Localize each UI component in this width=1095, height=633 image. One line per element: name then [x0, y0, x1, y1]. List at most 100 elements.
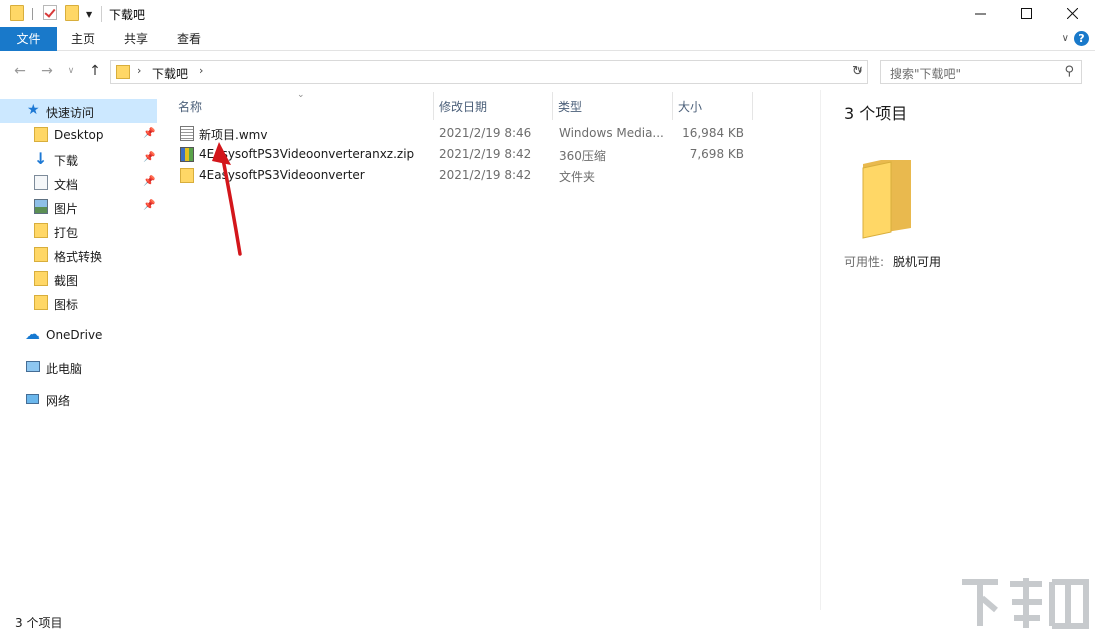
sidebar-item-network[interactable]: 网络 [0, 387, 157, 411]
computer-icon [26, 361, 40, 372]
sidebar-item-onedrive[interactable]: ☁ OneDrive [0, 323, 157, 347]
sidebar-item-label: 格式转换 [54, 250, 103, 264]
column-divider[interactable] [672, 92, 673, 120]
column-header-date[interactable]: 修改日期 [439, 98, 487, 115]
forward-button[interactable]: → [38, 63, 56, 79]
column-divider[interactable] [552, 92, 553, 120]
file-name: 4EasysoftPS3Videoonverteranxz.zip [199, 147, 415, 161]
document-icon [34, 175, 48, 190]
ribbon: 文件 主页 共享 查看 ∨ ? [0, 27, 1095, 51]
maximize-button[interactable] [1003, 0, 1049, 27]
sidebar-item-label: Desktop [54, 128, 104, 142]
sidebar-item-desktop[interactable]: Desktop 📌 [0, 123, 157, 147]
sidebar-item-pictures[interactable]: 图片 📌 [0, 195, 157, 219]
sidebar-item-screenshots[interactable]: 截图 [0, 267, 157, 291]
pin-icon[interactable]: 📌 [143, 128, 155, 139]
availability-value: 脱机可用 [893, 255, 942, 269]
sidebar-item-downloads[interactable]: ↓ 下载 📌 [0, 147, 157, 171]
file-date: 2021/2/19 8:46 [439, 126, 532, 140]
file-size: 7,698 KB [689, 147, 744, 161]
toolbar-separator [32, 8, 33, 20]
help-icon[interactable]: ? [1074, 31, 1089, 46]
close-button[interactable] [1049, 0, 1095, 27]
breadcrumb-chevron-icon[interactable]: › [199, 64, 203, 77]
file-type: 360压缩 [559, 149, 606, 163]
details-pane: 3 个项目 可用性: 脱机可用 [820, 90, 1095, 610]
refresh-button[interactable]: ↻ [848, 60, 868, 84]
sidebar-item-label: 下载 [54, 154, 79, 168]
search-icon[interactable]: ⚲ [1064, 64, 1074, 79]
table-row[interactable]: 新项目.wmv 2021/2/19 8:46 Windows Media... … [160, 123, 760, 144]
new-folder-icon[interactable] [65, 5, 79, 21]
tab-home[interactable]: 主页 [57, 27, 109, 51]
title-divider [101, 6, 102, 22]
sidebar-item-this-pc[interactable]: 此电脑 [0, 355, 157, 379]
file-name: 4EasysoftPS3Videoonverter [199, 168, 365, 182]
folder-icon [34, 223, 48, 238]
file-type: Windows Media... [559, 126, 664, 140]
pin-icon[interactable]: 📌 [143, 200, 155, 211]
sidebar-item-label: 文档 [54, 178, 79, 192]
maximize-icon [1020, 8, 1032, 19]
up-button[interactable]: ↑ [86, 63, 104, 79]
folder-preview-icon [862, 160, 911, 239]
folder-icon [34, 295, 48, 310]
folder-icon [34, 271, 48, 286]
sidebar-item-pack[interactable]: 打包 [0, 219, 157, 243]
navigation-bar: ← → ∨ ↑ › 下载吧 › ∨ ↻ 搜索"下载吧" ⚲ [0, 52, 1095, 90]
breadcrumb-chevron-icon[interactable]: › [137, 64, 141, 77]
sidebar-item-icons[interactable]: 图标 [0, 291, 157, 315]
availability-label: 可用性: [844, 255, 885, 269]
column-header-name[interactable]: 名称 [178, 98, 202, 115]
breadcrumb-item[interactable]: 下载吧 [152, 65, 188, 82]
column-divider[interactable] [752, 92, 753, 120]
properties-icon[interactable] [43, 5, 57, 20]
sidebar-item-label: 此电脑 [46, 362, 83, 376]
file-type: 文件夹 [559, 170, 596, 184]
recent-locations-dropdown[interactable]: ∨ [62, 66, 80, 76]
wmv-file-icon [180, 126, 194, 141]
star-icon: ★ [27, 102, 40, 118]
sidebar-item-label: 快速访问 [46, 106, 95, 120]
address-bar[interactable]: › 下载吧 › ∨ [110, 60, 868, 84]
sidebar-item-documents[interactable]: 文档 📌 [0, 171, 157, 195]
file-size: 16,984 KB [682, 126, 744, 140]
sidebar-item-label: 截图 [54, 274, 79, 288]
minimize-icon [974, 13, 986, 15]
file-name: 新项目.wmv [199, 128, 268, 142]
column-header-type[interactable]: 类型 [558, 98, 582, 115]
sidebar-item-label: OneDrive [46, 328, 103, 342]
sidebar-item-label: 图标 [54, 298, 79, 312]
pin-icon[interactable]: 📌 [143, 176, 155, 187]
status-item-count: 3 个项目 [15, 616, 63, 630]
download-icon: ↓ [34, 149, 48, 168]
expand-ribbon-chevron-icon[interactable]: ∨ [1062, 33, 1069, 44]
column-divider[interactable] [433, 92, 434, 120]
sidebar-item-format-convert[interactable]: 格式转换 [0, 243, 157, 267]
table-row[interactable]: 4EasysoftPS3Videoonverter 2021/2/19 8:42… [160, 165, 760, 186]
file-date: 2021/2/19 8:42 [439, 147, 532, 161]
tab-file[interactable]: 文件 [0, 27, 57, 51]
search-input[interactable]: 搜索"下载吧" ⚲ [880, 60, 1082, 84]
file-date: 2021/2/19 8:42 [439, 168, 532, 182]
sidebar-item-quick-access[interactable]: ★ 快速访问 [0, 99, 157, 123]
sidebar-item-label: 图片 [54, 202, 79, 216]
network-icon [26, 394, 39, 404]
pin-icon[interactable]: 📌 [143, 152, 155, 163]
back-button[interactable]: ← [11, 63, 29, 79]
navigation-pane: ★ 快速访问 Desktop 📌 ↓ 下载 📌 文档 📌 图片 📌 打包 格式转… [0, 90, 158, 610]
column-header-size[interactable]: 大小 [678, 98, 702, 115]
cloud-icon: ☁ [25, 325, 40, 343]
close-icon [1066, 8, 1078, 19]
customize-quick-access-dropdown[interactable]: ▼ [86, 10, 92, 19]
minimize-button[interactable] [957, 0, 1003, 27]
tab-view[interactable]: 查看 [163, 27, 215, 51]
title-bar: ▼ 下载吧 [0, 0, 1095, 27]
folder-icon [34, 247, 48, 262]
watermark-logo [962, 578, 1089, 629]
status-bar: 3 个项目 [0, 610, 1095, 633]
table-row[interactable]: 4EasysoftPS3Videoonverteranxz.zip 2021/2… [160, 144, 760, 165]
zip-file-icon [180, 147, 194, 162]
pictures-icon [34, 199, 48, 214]
tab-share[interactable]: 共享 [109, 27, 163, 51]
